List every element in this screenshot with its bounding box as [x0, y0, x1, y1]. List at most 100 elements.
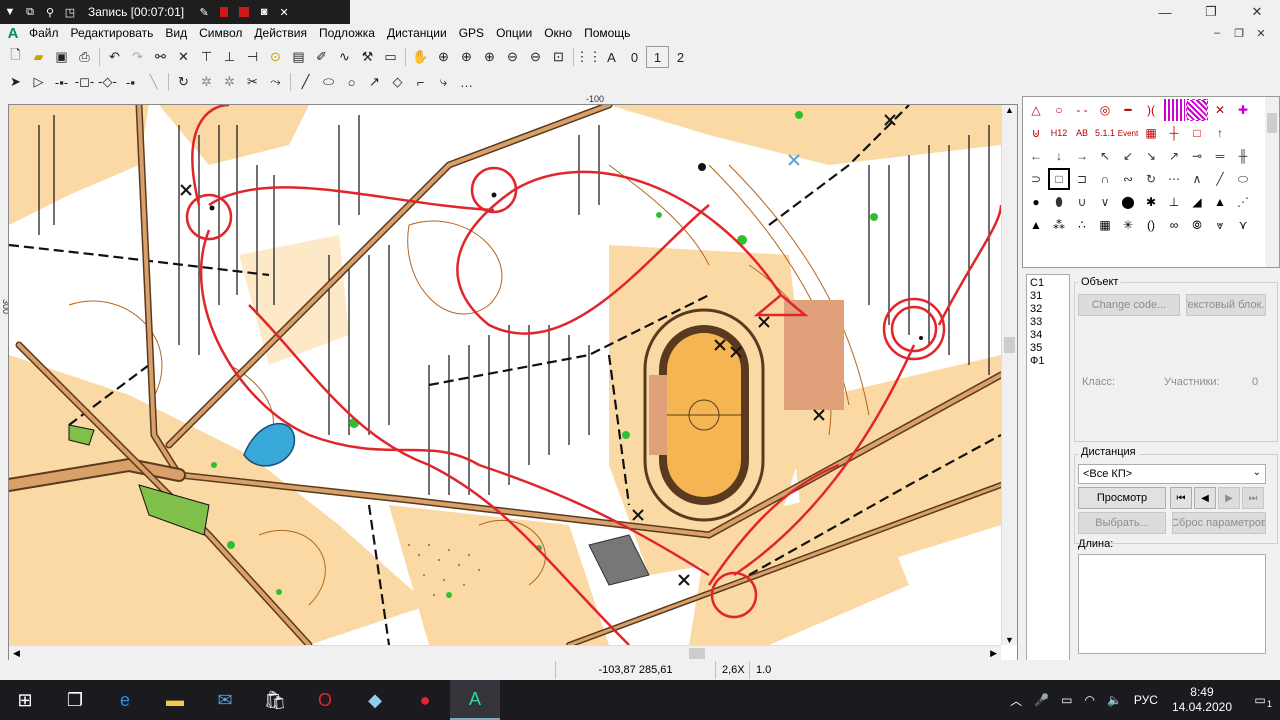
opera-icon[interactable]: O — [300, 680, 350, 720]
microphone-icon[interactable]: 🎤 — [1028, 693, 1055, 707]
tree-icon[interactable]: ▲ — [1209, 191, 1231, 213]
arrow-left-icon[interactable]: ← — [1025, 145, 1047, 167]
vv-icon[interactable]: ⩔ — [1209, 214, 1231, 236]
text-anchor-icon[interactable]: A — [600, 46, 623, 68]
star-icon[interactable]: ✱ — [1140, 191, 1162, 213]
reshape2-icon[interactable]: ✲ — [218, 71, 241, 93]
selected-square-icon[interactable]: □ — [1048, 168, 1070, 190]
clock[interactable]: 8:49 14.04.2020 — [1164, 685, 1240, 715]
arrow-right-icon[interactable]: → — [1071, 145, 1093, 167]
find-icon[interactable]: ⚯ — [149, 46, 172, 68]
forbidden-cross-icon[interactable] — [1186, 99, 1208, 121]
mdi-minimize-icon[interactable]: – — [1206, 24, 1228, 42]
notification-icon[interactable]: ▭ 1 — [1240, 693, 1280, 709]
start-triangle-icon[interactable]: △ — [1025, 99, 1047, 121]
menu-background[interactable]: Подложка — [313, 23, 381, 43]
symbol-ab[interactable]: AB — [1071, 122, 1093, 144]
restore-icon[interactable]: ⧉ — [20, 2, 40, 22]
tray-chevron-icon[interactable]: ︿ — [1004, 692, 1028, 709]
rotate-icon[interactable]: ↻ — [172, 71, 195, 93]
length-textarea[interactable] — [1078, 554, 1266, 654]
add-vertex-icon[interactable]: -▪- — [50, 71, 73, 93]
symbol-h12[interactable]: H12 — [1048, 122, 1070, 144]
menu-symbol[interactable]: Символ — [193, 23, 248, 43]
line-mark-icon[interactable]: ⊸ — [1186, 145, 1208, 167]
dots-icon[interactable]: ⋯ — [1163, 168, 1185, 190]
finish-circle-icon[interactable]: ◎ — [1094, 99, 1116, 121]
region-icon[interactable]: ◳ — [60, 2, 80, 22]
dot-icon[interactable]: ● — [1025, 191, 1047, 213]
windows-start-icon[interactable]: ⊞ — [0, 680, 50, 720]
map-vertical-scrollbar[interactable]: ▲ ▼ — [1001, 105, 1017, 645]
redo-icon[interactable]: ↷ — [126, 46, 149, 68]
blank-symbol-1[interactable] — [1232, 122, 1254, 144]
ocad-app-icon[interactable]: A — [450, 680, 500, 720]
triangle-filled-icon[interactable]: ▲ — [1025, 214, 1047, 236]
wave-icon[interactable]: ∾ — [1117, 168, 1139, 190]
menu-gps[interactable]: GPS — [453, 23, 490, 43]
mdi-restore-icon[interactable]: ❐ — [1228, 24, 1250, 42]
paren-icon[interactable]: () — [1140, 214, 1162, 236]
curve-icon[interactable]: ∿ — [333, 46, 356, 68]
dots-triangle-icon[interactable]: ⁂ — [1048, 214, 1070, 236]
north-arrow-icon[interactable]: ↑ — [1209, 122, 1231, 144]
hatch-icon[interactable]: ⋰ — [1232, 191, 1254, 213]
mdi-close-icon[interactable]: ✕ — [1250, 24, 1272, 42]
join-icon[interactable]: ⤳ — [264, 71, 287, 93]
change-code-button[interactable]: Change code... — [1078, 294, 1180, 316]
minimize-icon[interactable]: — — [1142, 0, 1188, 24]
v-scroll-thumb[interactable] — [1004, 337, 1015, 353]
wifi-icon[interactable]: ◠ — [1078, 693, 1100, 707]
big-dot-icon[interactable]: ⬤ — [1117, 191, 1139, 213]
text-block-button[interactable]: Текстовый блок... — [1186, 294, 1266, 316]
menu-actions[interactable]: Действия — [248, 23, 313, 43]
scroll-right-icon[interactable]: ▶ — [990, 648, 997, 659]
volume-icon[interactable]: 🔈 — [1101, 693, 1128, 707]
double-line-icon[interactable]: ═ — [1209, 145, 1231, 167]
circle-icon[interactable]: ○ — [340, 71, 363, 93]
zoom-hand-icon[interactable]: ⊕ — [432, 46, 455, 68]
mail-icon[interactable]: ✉ — [200, 680, 250, 720]
course-line-icon[interactable]: - - — [1071, 99, 1093, 121]
course-select[interactable]: <Все КП> ⌄ — [1078, 464, 1266, 484]
vee-icon[interactable]: ∨ — [1094, 191, 1116, 213]
menu-file[interactable]: Файл — [23, 23, 65, 43]
cup-icon[interactable]: ⊍ — [1025, 122, 1047, 144]
app-icon[interactable]: ◆ — [350, 680, 400, 720]
preview-button[interactable]: Просмотр — [1078, 487, 1166, 509]
control-item[interactable]: С1 — [1030, 277, 1066, 290]
store-icon[interactable]: 🛍 — [250, 680, 300, 720]
battery-icon[interactable]: ▭ — [1055, 693, 1078, 707]
rectangle-tool-icon[interactable]: ▭ — [379, 46, 402, 68]
control-list[interactable]: С1 31 32 33 34 35 Ф1 — [1026, 274, 1070, 662]
marked-route-icon[interactable]: ━ — [1117, 99, 1139, 121]
select-button[interactable]: Выбрать... — [1078, 512, 1166, 534]
reset-params-button[interactable]: Сброс параметров — [1172, 512, 1266, 534]
menu-edit[interactable]: Редактировать — [65, 23, 160, 43]
close-icon[interactable]: ✕ — [274, 2, 294, 22]
control-item[interactable]: 35 — [1030, 342, 1066, 355]
zoom-in-icon[interactable]: ⊕ — [455, 46, 478, 68]
close-window-icon[interactable]: ✕ — [1234, 0, 1280, 24]
control-item[interactable]: 32 — [1030, 303, 1066, 316]
tick-icon[interactable]: ⋎ — [1232, 214, 1254, 236]
sun-icon[interactable]: ✳ — [1117, 214, 1139, 236]
menu-courses[interactable]: Дистанции — [381, 23, 453, 43]
square-frame-icon[interactable]: □ — [1186, 122, 1208, 144]
stop-icon[interactable] — [234, 2, 254, 22]
new-file-icon[interactable]: 🗋 — [4, 46, 27, 68]
align-mid-icon[interactable]: ⊣ — [241, 46, 264, 68]
ellipse-icon[interactable]: ⬭ — [317, 71, 340, 93]
zoom-out-icon[interactable]: ⊖ — [501, 46, 524, 68]
corner-vertex-icon[interactable]: -◻- — [73, 71, 96, 93]
prev-icon[interactable]: ◀ — [1194, 487, 1216, 509]
pause-icon[interactable] — [214, 2, 234, 22]
arrow-ne-icon[interactable]: ↗ — [1163, 145, 1185, 167]
pole-icon[interactable]: ⊥ — [1163, 191, 1185, 213]
arrow-nw-icon[interactable]: ↖ — [1094, 145, 1116, 167]
language-indicator[interactable]: РУС — [1128, 693, 1164, 707]
arrow-down-icon[interactable]: ↓ — [1048, 145, 1070, 167]
more-icon[interactable]: … — [455, 71, 478, 93]
select-outline-icon[interactable]: ▷ — [27, 71, 50, 93]
bracket-icon[interactable]: ⊃ — [1025, 168, 1047, 190]
